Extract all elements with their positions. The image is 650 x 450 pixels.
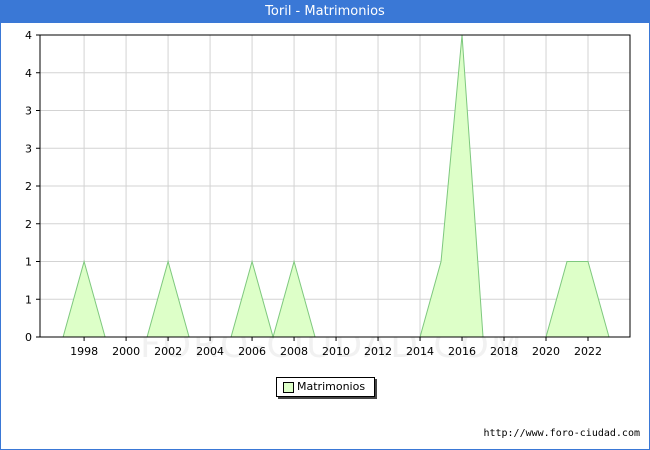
source-url[interactable]: http://www.foro-ciudad.com bbox=[483, 428, 640, 439]
y-tick-label: 4 bbox=[25, 67, 32, 80]
x-tick-label: 2012 bbox=[364, 345, 392, 358]
x-tick-label: 2006 bbox=[238, 345, 266, 358]
legend-label: Matrimonios bbox=[297, 380, 366, 393]
legend-swatch bbox=[283, 382, 294, 393]
y-tick-label: 3 bbox=[25, 105, 32, 118]
x-tick-label: 2000 bbox=[112, 345, 140, 358]
x-tick-label: 1998 bbox=[70, 345, 98, 358]
x-tick-label: 2002 bbox=[154, 345, 182, 358]
y-tick-label: 2 bbox=[25, 180, 32, 193]
x-tick-label: 2018 bbox=[490, 345, 518, 358]
legend: Matrimonios bbox=[276, 377, 375, 397]
y-tick-label: 4 bbox=[25, 29, 32, 42]
x-tick-label: 2004 bbox=[196, 345, 224, 358]
y-tick-label: 1 bbox=[25, 293, 32, 306]
x-tick-label: 2016 bbox=[448, 345, 476, 358]
y-tick-label: 3 bbox=[25, 142, 32, 155]
x-tick-label: 2022 bbox=[574, 345, 602, 358]
x-tick-label: 2008 bbox=[280, 345, 308, 358]
x-tick-label: 2014 bbox=[406, 345, 434, 358]
y-tick-label: 2 bbox=[25, 218, 32, 231]
y-tick-label: 0 bbox=[25, 331, 32, 344]
x-tick-label: 2010 bbox=[322, 345, 350, 358]
y-tick-label: 1 bbox=[25, 256, 32, 269]
x-tick-label: 2020 bbox=[532, 345, 560, 358]
